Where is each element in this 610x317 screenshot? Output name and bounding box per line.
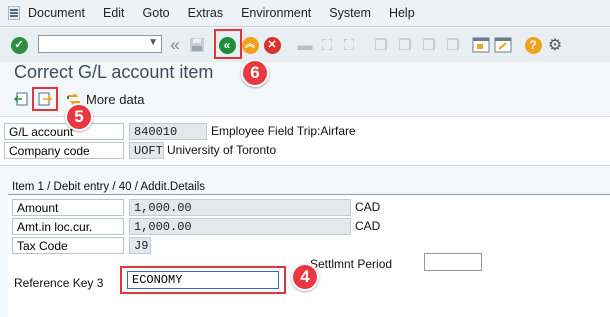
amount-value: 1,000.00 — [129, 199, 351, 216]
find-next-icon[interactable]: ⛶ — [340, 36, 358, 54]
gl-account-label: G/L account — [4, 123, 124, 140]
menu-edit[interactable]: Edit — [103, 6, 125, 20]
previous-item-icon[interactable] — [13, 92, 28, 106]
settings-gear-icon[interactable]: ⚙ — [546, 36, 564, 54]
step-marker-6: 6 — [241, 59, 269, 87]
print-icon[interactable]: ▬ — [296, 36, 314, 54]
enter-icon[interactable]: ✓ — [10, 36, 28, 54]
menu-extras[interactable]: Extras — [188, 6, 223, 20]
previous-page-icon[interactable]: ❐ — [396, 36, 414, 54]
menu-environment[interactable]: Environment — [241, 6, 311, 20]
sap-menu-icon[interactable] — [8, 6, 20, 20]
save-icon[interactable] — [188, 36, 206, 54]
local-amount-currency: CAD — [355, 219, 381, 233]
find-icon[interactable]: ⛶ — [318, 36, 336, 54]
last-page-icon[interactable]: ❐ — [444, 36, 462, 54]
more-data-button[interactable]: More data — [86, 92, 145, 107]
step-marker-4: 4 — [291, 263, 319, 291]
highlight-next-item-button — [32, 87, 58, 111]
company-code-value: UOFT — [129, 142, 164, 159]
help-icon[interactable]: ? — [524, 36, 542, 54]
local-amount-label: Amt.in loc.cur. — [12, 218, 124, 235]
exit-icon[interactable]: ︽ — [241, 36, 259, 54]
item-section-title: Item 1 / Debit entry / 40 / Addit.Detail… — [12, 181, 206, 193]
next-page-icon[interactable]: ❐ — [420, 36, 438, 54]
company-code-label: Company code — [4, 142, 124, 159]
create-session-icon[interactable] — [472, 36, 490, 54]
highlight-back-button — [214, 29, 242, 59]
menu-system[interactable]: System — [329, 6, 371, 20]
company-code-description: University of Toronto — [167, 143, 277, 157]
settlement-period-label: Settlmnt Period — [310, 257, 393, 271]
first-page-icon[interactable]: ❐ — [372, 36, 390, 54]
menu-help[interactable]: Help — [389, 6, 415, 20]
tax-code-value: J9 — [129, 237, 151, 254]
gl-account-description: Employee Field Trip:Airfare — [211, 124, 356, 138]
highlight-reference-key-3 — [120, 266, 286, 294]
double-chevron-left-icon[interactable]: « — [166, 35, 184, 54]
tax-code-label: Tax Code — [12, 237, 124, 254]
settlement-period-input[interactable] — [424, 253, 482, 271]
chevron-down-icon[interactable]: ▼ — [148, 37, 158, 48]
command-field[interactable]: ▼ — [38, 35, 162, 53]
menu-document[interactable]: Document — [28, 6, 85, 20]
amount-currency: CAD — [355, 200, 381, 214]
menu-goto[interactable]: Goto — [143, 6, 170, 20]
step-marker-5: 5 — [65, 103, 93, 131]
amount-label: Amount — [12, 199, 124, 216]
menu-bar: Document Edit Goto Extras Environment Sy… — [0, 0, 610, 27]
gl-account-value: 840010 — [129, 123, 207, 140]
cancel-icon[interactable]: ✕ — [263, 36, 281, 54]
reference-key-3-label: Reference Key 3 — [14, 276, 104, 290]
shortcut-icon[interactable] — [494, 36, 512, 54]
local-amount-value: 1,000.00 — [129, 218, 351, 235]
page-title: Correct G/L account item — [14, 62, 214, 82]
